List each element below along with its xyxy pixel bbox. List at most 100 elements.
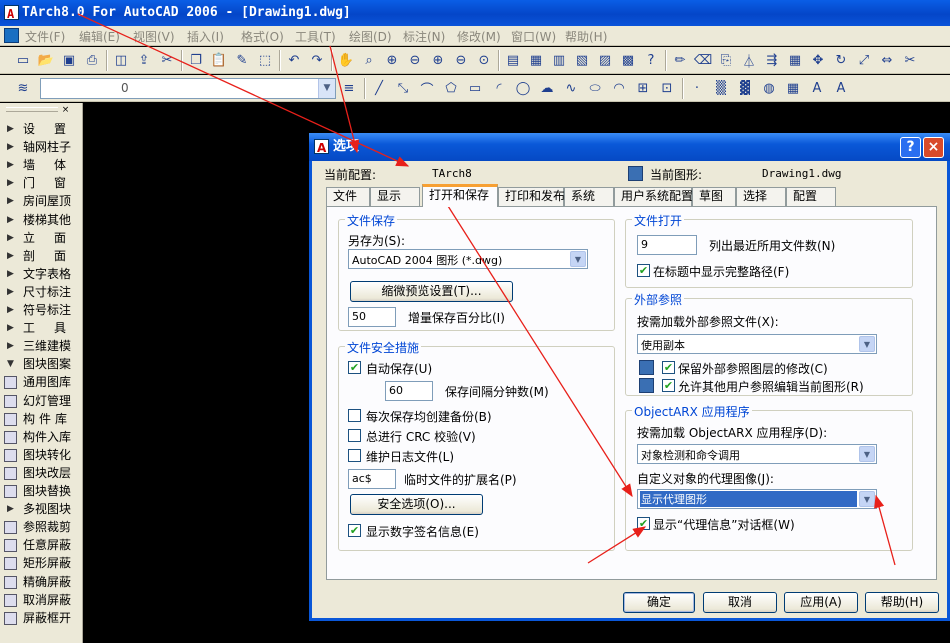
cancel-button[interactable]: 取消 xyxy=(703,592,777,613)
calculator-icon[interactable]: ▩ xyxy=(619,51,637,69)
side-menu-item[interactable]: ▶ 剖面 xyxy=(0,247,80,265)
autocad-app-icon[interactable] xyxy=(4,1,19,27)
ellipse-arc-icon[interactable]: ◠ xyxy=(610,79,628,97)
trim-icon[interactable]: ✂ xyxy=(901,51,919,69)
zoom-previous-icon[interactable]: ⊖ xyxy=(406,51,424,69)
zoom-extents-icon[interactable]: ⊙ xyxy=(475,51,493,69)
chevron-down-icon[interactable]: ▼ xyxy=(570,251,586,267)
chevron-down-icon[interactable]: ▼ xyxy=(859,446,875,462)
ok-button[interactable]: 确定 xyxy=(623,592,695,613)
undo-icon[interactable]: ↶ xyxy=(285,51,303,69)
digital-signature-checkbox[interactable]: ✔ xyxy=(348,524,361,537)
new-icon[interactable]: ▭ xyxy=(14,51,32,69)
make-block-icon[interactable]: ⊡ xyxy=(658,79,676,97)
spline-icon[interactable]: ∿ xyxy=(562,79,580,97)
multiline-text-icon[interactable]: A xyxy=(808,79,826,97)
layer-manager-icon[interactable]: ≋ xyxy=(14,79,32,97)
tab-1[interactable]: 显示 xyxy=(370,187,420,206)
polygon-icon[interactable]: ⬠ xyxy=(442,79,460,97)
zoom-in-icon[interactable]: ⊕ xyxy=(429,51,447,69)
proxy-image-select[interactable]: 显示代理图形 ▼ xyxy=(637,489,877,509)
side-menu-item[interactable]: ▼ 图块图案 xyxy=(0,355,80,373)
panel-grip[interactable] xyxy=(6,107,58,112)
log-file-checkbox[interactable] xyxy=(348,449,361,462)
properties-icon[interactable]: ▤ xyxy=(504,51,522,69)
crc-checkbox[interactable] xyxy=(348,429,361,442)
tab-6[interactable]: 草图 xyxy=(692,187,736,206)
side-menu-item[interactable]: 幻灯管理 xyxy=(0,392,80,410)
polyline-icon[interactable]: ⌒ xyxy=(418,79,436,98)
allow-xref-edit-checkbox[interactable]: ✔ xyxy=(662,379,675,392)
side-menu-item[interactable]: ▶ 三维建模 xyxy=(0,337,80,355)
help-title-button[interactable]: ? xyxy=(900,137,921,158)
copy-object-icon[interactable]: ⎘ xyxy=(717,51,735,69)
thumbnail-settings-button[interactable]: 缩微预览设置(T)... xyxy=(350,281,513,302)
side-menu-item[interactable]: 通用图库 xyxy=(0,373,80,391)
move-icon[interactable]: ✥ xyxy=(809,51,827,69)
paste-icon[interactable]: 📋 xyxy=(210,51,228,69)
open-icon[interactable]: 📂 xyxy=(37,51,55,69)
tab-3[interactable]: 打印和发布 xyxy=(498,187,565,206)
plot-preview-icon[interactable]: ◫ xyxy=(112,51,130,69)
tab-5[interactable]: 用户系统配置 xyxy=(614,187,693,206)
incremental-save-field[interactable]: 50 xyxy=(348,307,396,327)
scale-icon[interactable]: ⤢ xyxy=(855,51,873,69)
side-menu-item[interactable]: ▶ 轴网柱子 xyxy=(0,138,80,156)
help-button[interactable]: 帮助(H) xyxy=(865,592,939,613)
side-menu-item[interactable]: 精确屏蔽 xyxy=(0,573,80,591)
layer-previous-icon[interactable]: ≡ xyxy=(340,79,358,97)
tab-4[interactable]: 系统 xyxy=(564,187,614,206)
side-menu-item[interactable]: ▶ 设置 xyxy=(0,120,80,138)
insert-block-icon[interactable]: ⊞ xyxy=(634,79,652,97)
print-icon[interactable]: ⎙ xyxy=(83,51,101,69)
menu-item[interactable]: 帮助(H) xyxy=(565,28,607,45)
document-menu-icon[interactable] xyxy=(4,28,19,43)
line-icon[interactable]: ╱ xyxy=(370,79,388,97)
array-icon[interactable]: ▦ xyxy=(786,51,804,69)
sheet-set-icon[interactable]: ▧ xyxy=(573,51,591,69)
close-title-button[interactable]: × xyxy=(923,137,944,158)
rectangle-icon[interactable]: ▭ xyxy=(466,79,484,97)
tab-7[interactable]: 选择 xyxy=(736,187,786,206)
rotate-icon[interactable]: ↻ xyxy=(832,51,850,69)
chevron-down-icon[interactable]: ▼ xyxy=(318,79,335,98)
design-center-icon[interactable]: ▦ xyxy=(527,51,545,69)
menu-item[interactable]: 标注(N) xyxy=(403,28,445,45)
publish-icon[interactable]: ⇪ xyxy=(135,51,153,69)
side-menu-item[interactable]: 任意屏蔽 xyxy=(0,536,80,554)
chevron-down-icon[interactable]: ▼ xyxy=(859,336,875,352)
menu-item[interactable]: 工具(T) xyxy=(295,28,336,45)
retain-xref-layers-checkbox[interactable]: ✔ xyxy=(662,361,675,374)
save-as-select[interactable]: AutoCAD 2004 图形 (*.dwg) ▼ xyxy=(348,249,588,269)
table-icon[interactable]: ▦ xyxy=(784,79,802,97)
hatch-icon[interactable]: ▒ xyxy=(712,79,730,97)
side-menu-item[interactable]: ▶ 门窗 xyxy=(0,174,80,192)
recent-files-field[interactable]: 9 xyxy=(637,235,697,255)
side-menu-item[interactable]: ▶ 工具 xyxy=(0,319,80,337)
side-menu-item[interactable]: 构件入库 xyxy=(0,428,80,446)
menu-item[interactable]: 修改(M) xyxy=(457,28,501,45)
side-menu-item[interactable]: 屏蔽框开 xyxy=(0,609,80,627)
zoom-window-icon[interactable]: ⊕ xyxy=(383,51,401,69)
cut-icon[interactable]: ✂ xyxy=(158,51,176,69)
temp-extension-field[interactable]: ac$ xyxy=(348,469,396,489)
panel-close-icon[interactable]: × xyxy=(60,105,71,116)
help-icon[interactable]: ? xyxy=(642,51,660,69)
match-properties-icon[interactable]: ✎ xyxy=(233,51,251,69)
side-menu-item[interactable]: ▶ 符号标注 xyxy=(0,301,80,319)
full-path-checkbox[interactable]: ✔ xyxy=(637,264,650,277)
side-menu-item[interactable]: ▶ 多视图块 xyxy=(0,500,80,518)
menu-item[interactable]: 编辑(E) xyxy=(79,28,120,45)
side-menu-item[interactable]: 取消屏蔽 xyxy=(0,591,80,609)
arx-demand-select[interactable]: 对象检测和命令调用 ▼ xyxy=(637,444,877,464)
tool-palettes-icon[interactable]: ▥ xyxy=(550,51,568,69)
arc-icon[interactable]: ◜ xyxy=(490,79,508,97)
side-menu-item[interactable]: ▶ 房间屋顶 xyxy=(0,192,80,210)
point-icon[interactable]: · xyxy=(688,79,706,97)
ellipse-icon[interactable]: ⬭ xyxy=(586,79,604,97)
tab-0[interactable]: 文件 xyxy=(326,187,370,206)
autosave-minutes-field[interactable]: 60 xyxy=(385,381,433,401)
markup-icon[interactable]: ▨ xyxy=(596,51,614,69)
block-editor-icon[interactable]: ⬚ xyxy=(256,51,274,69)
apply-button[interactable]: 应用(A) xyxy=(784,592,858,613)
